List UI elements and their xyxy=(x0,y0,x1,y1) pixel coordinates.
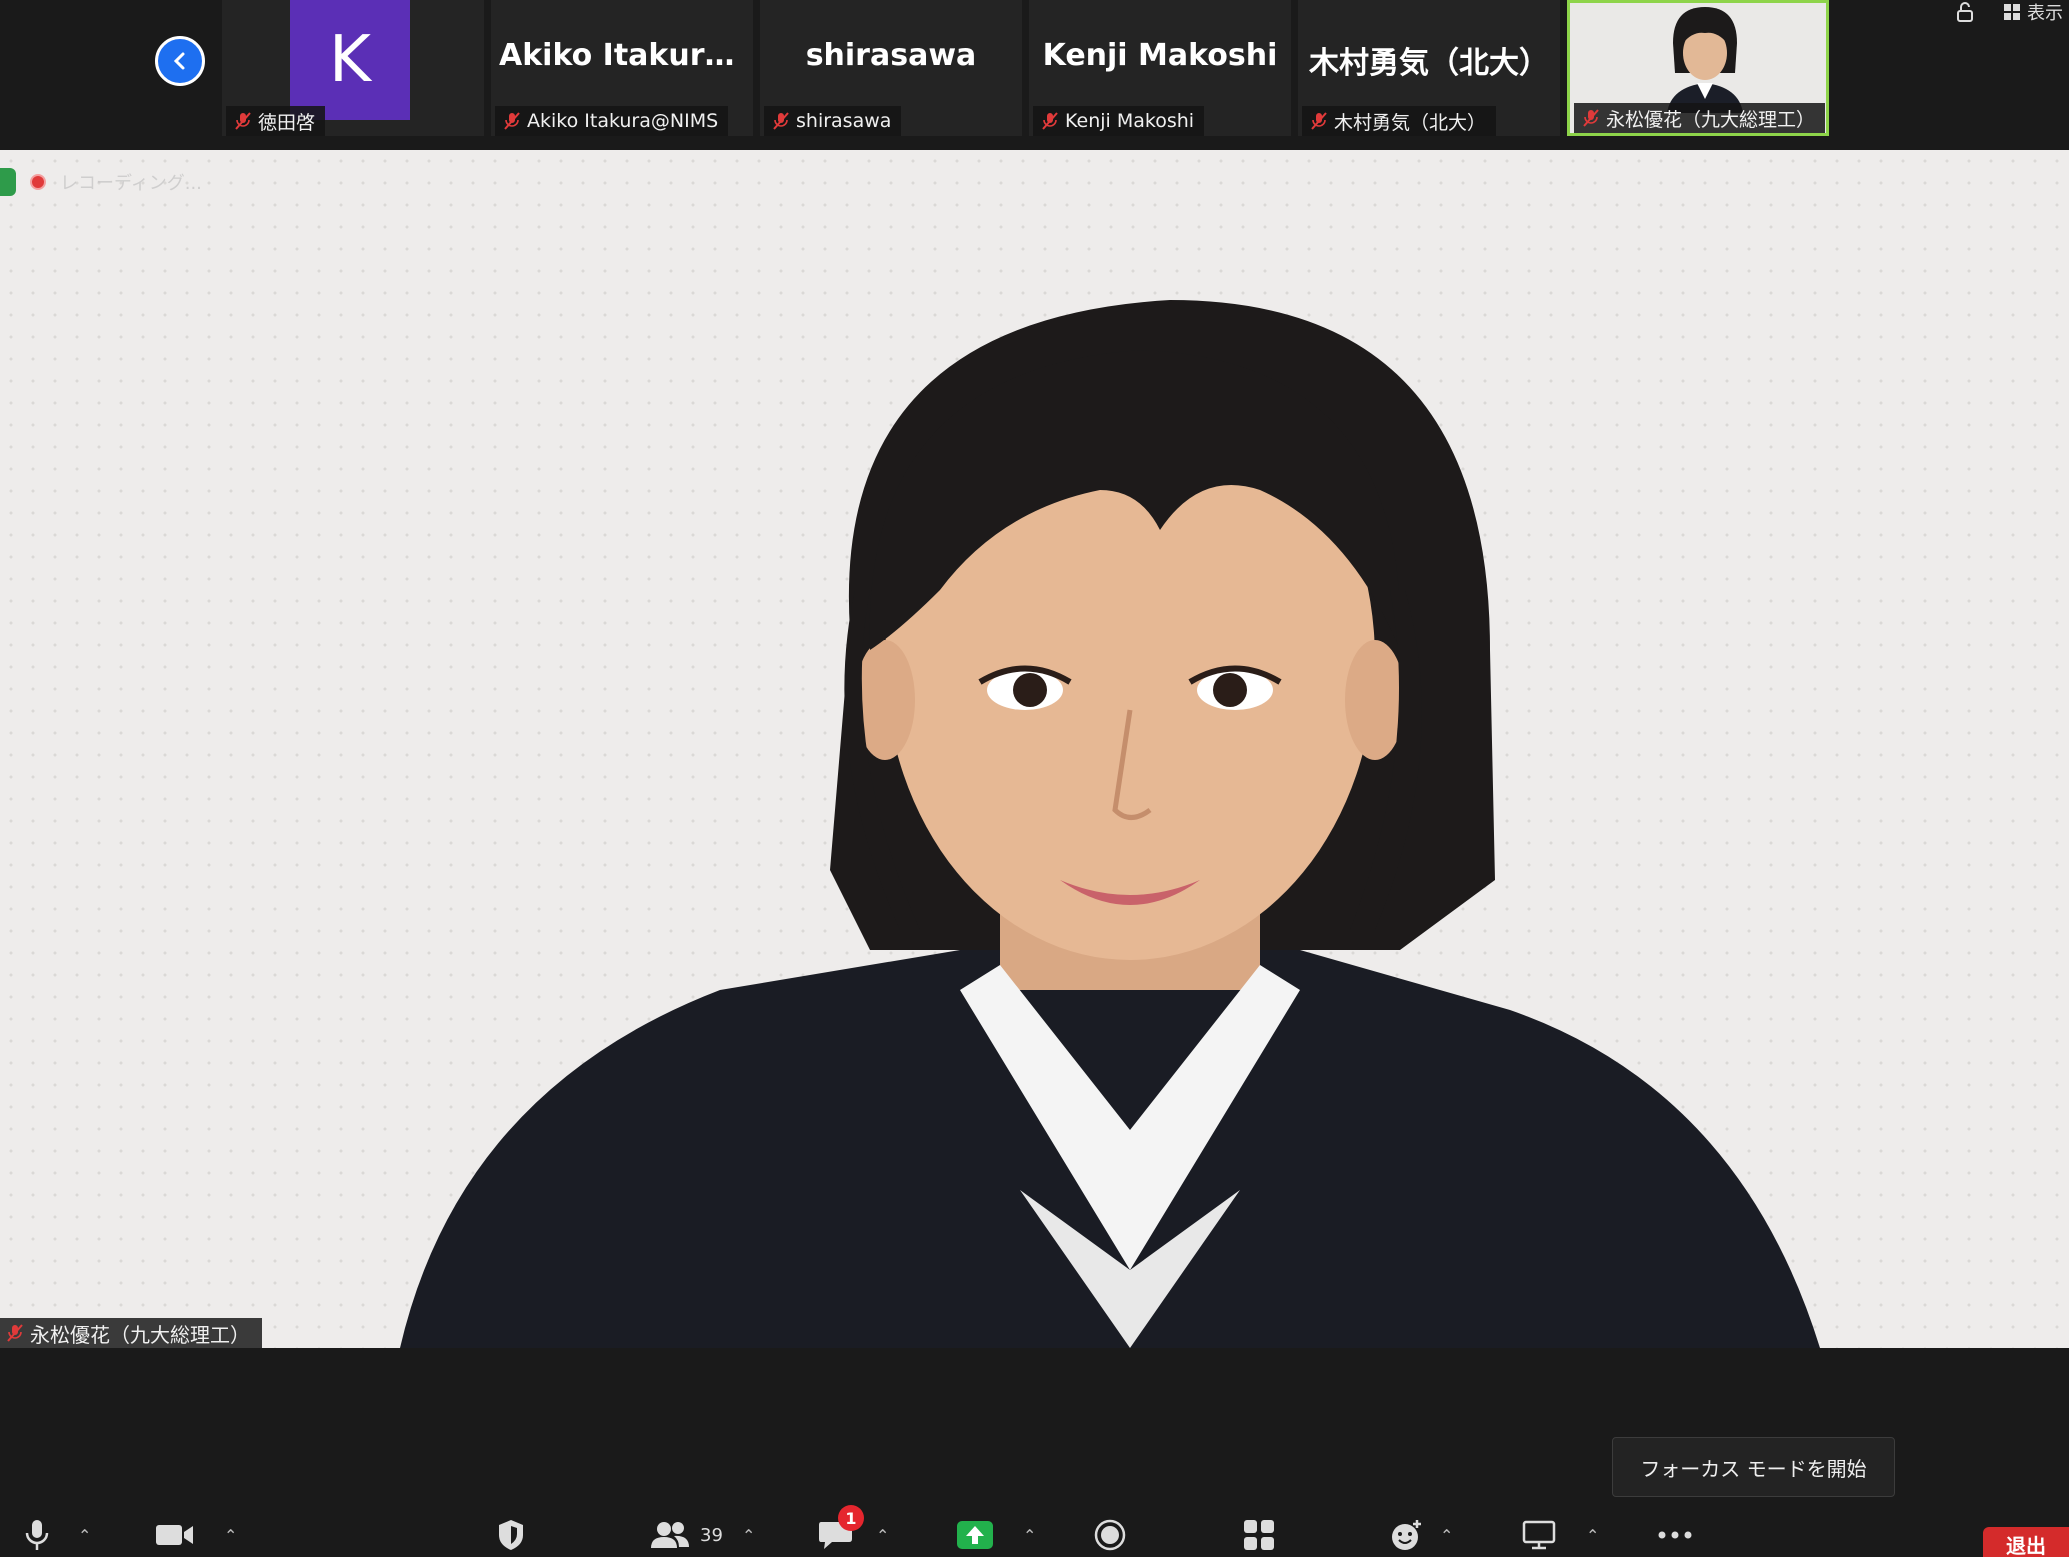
video-icon xyxy=(156,1525,193,1545)
record-button[interactable] xyxy=(1094,1513,1126,1557)
participant-strip: K 徳田啓 Akiko Itakura@... Akiko Itakura@NI… xyxy=(0,0,2069,150)
chat-unread-badge: 1 xyxy=(838,1505,864,1531)
mic-muted-icon xyxy=(504,112,520,130)
previous-page-button[interactable] xyxy=(155,36,205,86)
share-screen-button[interactable] xyxy=(956,1513,994,1557)
grid-view-icon xyxy=(2004,4,2020,20)
participants-options-caret[interactable]: ⌃ xyxy=(742,1513,755,1557)
mic-muted-icon xyxy=(1583,109,1599,127)
participant-name: shirasawa xyxy=(796,110,892,132)
speaker-video xyxy=(400,300,1820,1348)
view-label: 表示 xyxy=(2027,3,2063,24)
participant-tile[interactable]: shirasawa shirasawa xyxy=(760,0,1022,136)
participants-button[interactable]: 39 xyxy=(650,1513,723,1557)
top-right-controls: 表示 xyxy=(1955,0,2069,24)
recording-indicator: レコーディング... xyxy=(0,168,202,196)
lock-icon[interactable] xyxy=(1955,1,1975,23)
reactions-button[interactable] xyxy=(1390,1513,1424,1557)
security-button[interactable] xyxy=(496,1513,526,1557)
more-button[interactable] xyxy=(1658,1513,1692,1557)
security-icon xyxy=(499,1520,523,1550)
participant-name: 木村勇気（北大） xyxy=(1334,111,1487,134)
record-icon xyxy=(1094,1519,1126,1551)
share-options-caret[interactable]: ⌃ xyxy=(1023,1513,1036,1557)
participant-display-name: Kenji Makoshi xyxy=(1042,38,1278,73)
participant-name-tag: 木村勇気（北大） xyxy=(1302,106,1497,136)
mic-muted-icon xyxy=(773,112,789,130)
participant-display-name: Akiko Itakura@... xyxy=(499,38,753,73)
participants-count: 39 xyxy=(700,1524,723,1546)
speaker-name-tag: 永松優花（九大総理工） xyxy=(0,1318,262,1348)
participant-display-name: shirasawa xyxy=(805,38,977,73)
participant-name: 徳田啓 xyxy=(258,111,316,134)
speaker-name: 永松優花（九大総理工） xyxy=(30,1322,250,1347)
participant-display-name: 木村勇気（北大） xyxy=(1309,46,1549,81)
chevron-left-icon xyxy=(173,52,185,70)
participant-name-tag: Kenji Makoshi xyxy=(1033,106,1205,136)
avatar: K xyxy=(290,0,410,120)
participant-name: Akiko Itakura@NIMS xyxy=(527,110,719,132)
reactions-options-caret[interactable]: ⌃ xyxy=(1440,1513,1453,1557)
view-button[interactable]: 表示 xyxy=(2003,0,2069,25)
whiteboard-icon xyxy=(1522,1520,1556,1550)
participant-name: Kenji Makoshi xyxy=(1065,110,1195,132)
leave-meeting-button[interactable]: 退出 xyxy=(1983,1527,2069,1557)
mute-button[interactable] xyxy=(24,1513,50,1557)
participant-video-thumbnail xyxy=(1667,7,1743,113)
reaction-icon xyxy=(1392,1520,1421,1550)
meeting-toolbar: ⌃ ⌃ 39 ⌃ 1 ⌃ ⌃ ⌃ ⌃ 退出 xyxy=(0,1505,2069,1557)
audio-options-caret[interactable]: ⌃ xyxy=(78,1513,91,1557)
mic-muted-icon xyxy=(7,1324,23,1342)
chat-button[interactable]: 1 xyxy=(818,1505,864,1557)
apps-icon xyxy=(1244,1520,1274,1550)
mic-icon xyxy=(25,1520,49,1550)
participant-tile-active-speaker[interactable]: 永松優花（九大総理工） xyxy=(1567,0,1829,136)
participant-name-tag: 徳田啓 xyxy=(226,106,326,136)
record-dot-icon xyxy=(30,174,46,190)
participant-tile[interactable]: K 徳田啓 xyxy=(222,0,484,136)
participant-name-tag: Akiko Itakura@NIMS xyxy=(495,106,729,136)
whiteboard-options-caret[interactable]: ⌃ xyxy=(1586,1513,1599,1557)
participant-tile[interactable]: 木村勇気（北大） 木村勇気（北大） xyxy=(1298,0,1560,136)
security-shield-icon xyxy=(0,168,16,196)
mic-muted-icon xyxy=(1042,112,1058,130)
participant-tile[interactable]: Akiko Itakura@... Akiko Itakura@NIMS xyxy=(491,0,753,136)
share-screen-icon xyxy=(957,1521,993,1549)
more-icon xyxy=(1658,1531,1692,1539)
mic-muted-icon xyxy=(235,112,251,130)
apps-button[interactable] xyxy=(1243,1513,1275,1557)
participant-name: 永松優花（九大総理工） xyxy=(1606,108,1816,131)
start-focus-mode-button[interactable]: フォーカス モードを開始 xyxy=(1612,1437,1895,1497)
main-video: レコーディング... 永松優花（九大総理工） xyxy=(0,150,2069,1348)
recording-label: レコーディング... xyxy=(60,173,202,194)
stop-video-button[interactable] xyxy=(155,1513,195,1557)
participant-name-tag: 永松優花（九大総理工） xyxy=(1574,103,1826,133)
whiteboard-button[interactable] xyxy=(1522,1513,1556,1557)
participant-tile[interactable]: Kenji Makoshi Kenji Makoshi xyxy=(1029,0,1291,136)
mic-muted-icon xyxy=(1311,112,1327,130)
participants-icon xyxy=(651,1522,689,1548)
participant-name-tag: shirasawa xyxy=(764,106,902,136)
video-options-caret[interactable]: ⌃ xyxy=(224,1513,237,1557)
chat-options-caret[interactable]: ⌃ xyxy=(876,1513,889,1557)
